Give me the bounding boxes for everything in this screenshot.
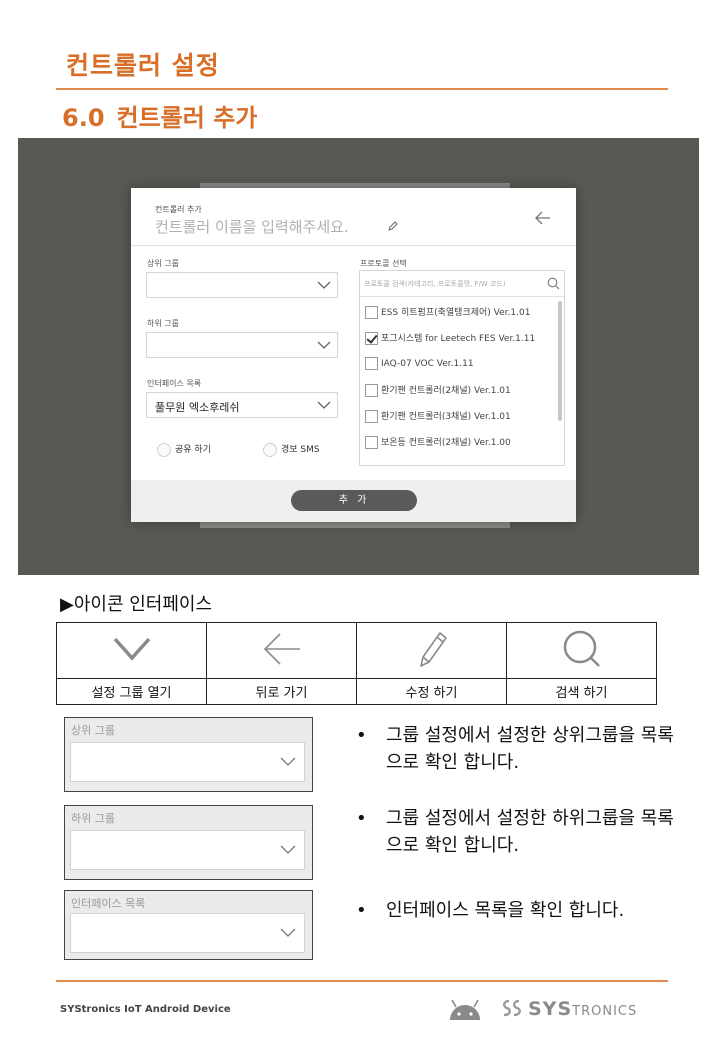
logo-mark-icon: [503, 999, 521, 1017]
checkbox[interactable]: [365, 436, 378, 449]
checkbox[interactable]: [365, 306, 378, 319]
android-icon: [450, 999, 480, 1020]
chevron-down-icon: [280, 845, 296, 854]
bullet-text: 그룹 설정에서 설정한 상위그룹을 목록으로 확인 합니다.: [386, 725, 674, 773]
icon-cell: [206, 622, 357, 679]
page-title: 컨트롤러 설정: [66, 51, 220, 80]
protocol-search-placeholder: 프로토콜 검색(카테고리, 프로토콜명, F/W 코드): [364, 280, 506, 288]
protocol-item-label: 포그시스템 for Leetech FES Ver.1.11: [381, 334, 536, 344]
arrow-left-icon[interactable]: [534, 210, 552, 226]
search-icon[interactable]: [547, 277, 560, 290]
icon-name: 수정 하기: [356, 678, 507, 705]
bullet-text: 인터페이스 목록을 확인 합니다.: [386, 900, 625, 921]
checkbox[interactable]: [365, 332, 378, 345]
protocol-item[interactable]: 환기팬 컨트롤러(3채널) Ver.1.01: [365, 409, 511, 427]
checkbox[interactable]: [365, 410, 378, 423]
panel-label: 상위 그룹: [71, 724, 115, 737]
controller-name-input[interactable]: 컨트롤러 이름을 입력해주세요.: [155, 216, 349, 237]
icon-name: 뒤로 가기: [206, 678, 357, 705]
lower-group-select[interactable]: [70, 830, 305, 870]
search-icon: [563, 630, 600, 667]
arrow-left-icon: [263, 632, 300, 665]
protocol-item[interactable]: 환기팬 컨트롤러(2채널) Ver.1.01: [365, 383, 511, 401]
interface-select[interactable]: [70, 913, 305, 953]
protocol-list: 프로토콜 검색(카테고리, 프로토콜명, F/W 코드) ESS 히트펌프(축열…: [359, 270, 565, 466]
pencil-icon: [419, 631, 447, 667]
icon-name: 검색 하기: [506, 678, 657, 705]
interface-label: 인터페이스 목록: [147, 379, 202, 388]
lower-group-panel: 하위 그룹: [64, 805, 313, 880]
protocol-item-label: IAQ-07 VOC Ver.1.11: [381, 359, 474, 369]
bullet-dot: •: [356, 808, 367, 829]
radio-button[interactable]: [263, 442, 277, 457]
lower-group-select[interactable]: [146, 332, 338, 358]
section-title: 6.0 컨트롤러 추가: [62, 98, 257, 133]
section-title-text: 컨트롤러 추가: [116, 104, 258, 132]
protocol-search-input[interactable]: 프로토콜 검색(카테고리, 프로토콜명, F/W 코드): [360, 271, 564, 297]
section-number: 6.0: [62, 104, 105, 132]
chevron-down-icon: [280, 928, 296, 937]
protocol-item[interactable]: IAQ-07 VOC Ver.1.11: [365, 357, 474, 375]
protocol-item-label: 환기팬 컨트롤러(2채널) Ver.1.01: [381, 386, 511, 396]
dialog-header: 컨트롤러 추가 컨트롤러 이름을 입력해주세요.: [131, 188, 576, 246]
chevron-down-icon: [317, 401, 331, 409]
protocol-item-label: 환기팬 컨트롤러(3채널) Ver.1.01: [381, 412, 511, 422]
title-divider: [56, 88, 668, 90]
dialog-small-title: 컨트롤러 추가: [155, 205, 202, 214]
icon-table: 설정 그룹 열기 뒤로 가기 수정 하기 검색 하기: [56, 622, 657, 705]
upper-group-panel: 상위 그룹: [64, 717, 313, 792]
protocol-item[interactable]: ESS 히트펌프(축열탱크제어) Ver.1.01: [365, 305, 530, 323]
interface-value: 풀무원 엑소후레쉬: [155, 401, 240, 414]
interface-select[interactable]: 풀무원 엑소후레쉬: [146, 392, 338, 418]
icon-cell: [56, 622, 207, 679]
icon-name: 설정 그룹 열기: [56, 678, 207, 705]
dialog-footer: 추 가: [131, 480, 576, 522]
dialog-screenshot: 컨트롤러 추가 컨트롤러 이름을 입력해주세요. 상위 그룹 하위 그룹 인터페…: [18, 138, 699, 575]
brand-tronics: TRONICS: [572, 1004, 638, 1019]
panel-label: 인터페이스 목록: [71, 897, 146, 910]
brand-sys: SYS: [528, 998, 573, 1020]
share-radio[interactable]: 공유 하기: [157, 442, 211, 457]
systronics-logo: SYSTRONICS: [500, 998, 637, 1020]
radio-button[interactable]: [157, 442, 171, 457]
icon-section-heading: ▶아이콘 인터페이스: [60, 594, 213, 615]
alarm-sms-label: 경보 SMS: [281, 445, 320, 455]
protocol-item[interactable]: 보온등 컨트롤러(2채널) Ver.1.00: [365, 435, 511, 453]
bullet-dot: •: [356, 900, 367, 921]
upper-group-label: 상위 그룹: [147, 259, 179, 268]
add-button[interactable]: 추 가: [291, 490, 417, 511]
footer-divider: [56, 980, 668, 982]
footer-text: SYStronics IoT Android Device: [60, 1004, 231, 1015]
protocol-item-label: ESS 히트펌프(축열탱크제어) Ver.1.01: [381, 308, 531, 318]
upper-group-select[interactable]: [70, 742, 305, 782]
protocol-scrollbar[interactable]: [558, 301, 562, 421]
protocol-item-label: 보온등 컨트롤러(2채널) Ver.1.00: [381, 438, 511, 448]
chevron-down-icon: [280, 757, 296, 766]
bullet-text: 그룹 설정에서 설정한 하위그룹을 목록으로 확인 합니다.: [386, 808, 674, 856]
chevron-down-icon: [317, 341, 331, 349]
pencil-icon[interactable]: [387, 220, 399, 232]
add-controller-dialog: 컨트롤러 추가 컨트롤러 이름을 입력해주세요. 상위 그룹 하위 그룹 인터페…: [131, 188, 576, 522]
checkbox[interactable]: [365, 384, 378, 397]
panel-label: 하위 그룹: [71, 812, 115, 825]
upper-group-select[interactable]: [146, 272, 338, 298]
share-label: 공유 하기: [175, 445, 211, 455]
lower-group-label: 하위 그룹: [147, 319, 179, 328]
protocol-label: 프로토콜 선택: [360, 259, 407, 268]
checkbox[interactable]: [365, 357, 378, 370]
chevron-down-icon: [113, 637, 150, 661]
bullet-dot: •: [356, 725, 367, 746]
icon-cell: [356, 622, 507, 679]
icon-cell: [506, 622, 657, 679]
alarm-sms-radio[interactable]: 경보 SMS: [263, 442, 320, 457]
chevron-down-icon: [317, 281, 331, 289]
protocol-item[interactable]: 포그시스템 for Leetech FES Ver.1.11: [365, 331, 535, 349]
interface-panel: 인터페이스 목록: [64, 890, 313, 960]
